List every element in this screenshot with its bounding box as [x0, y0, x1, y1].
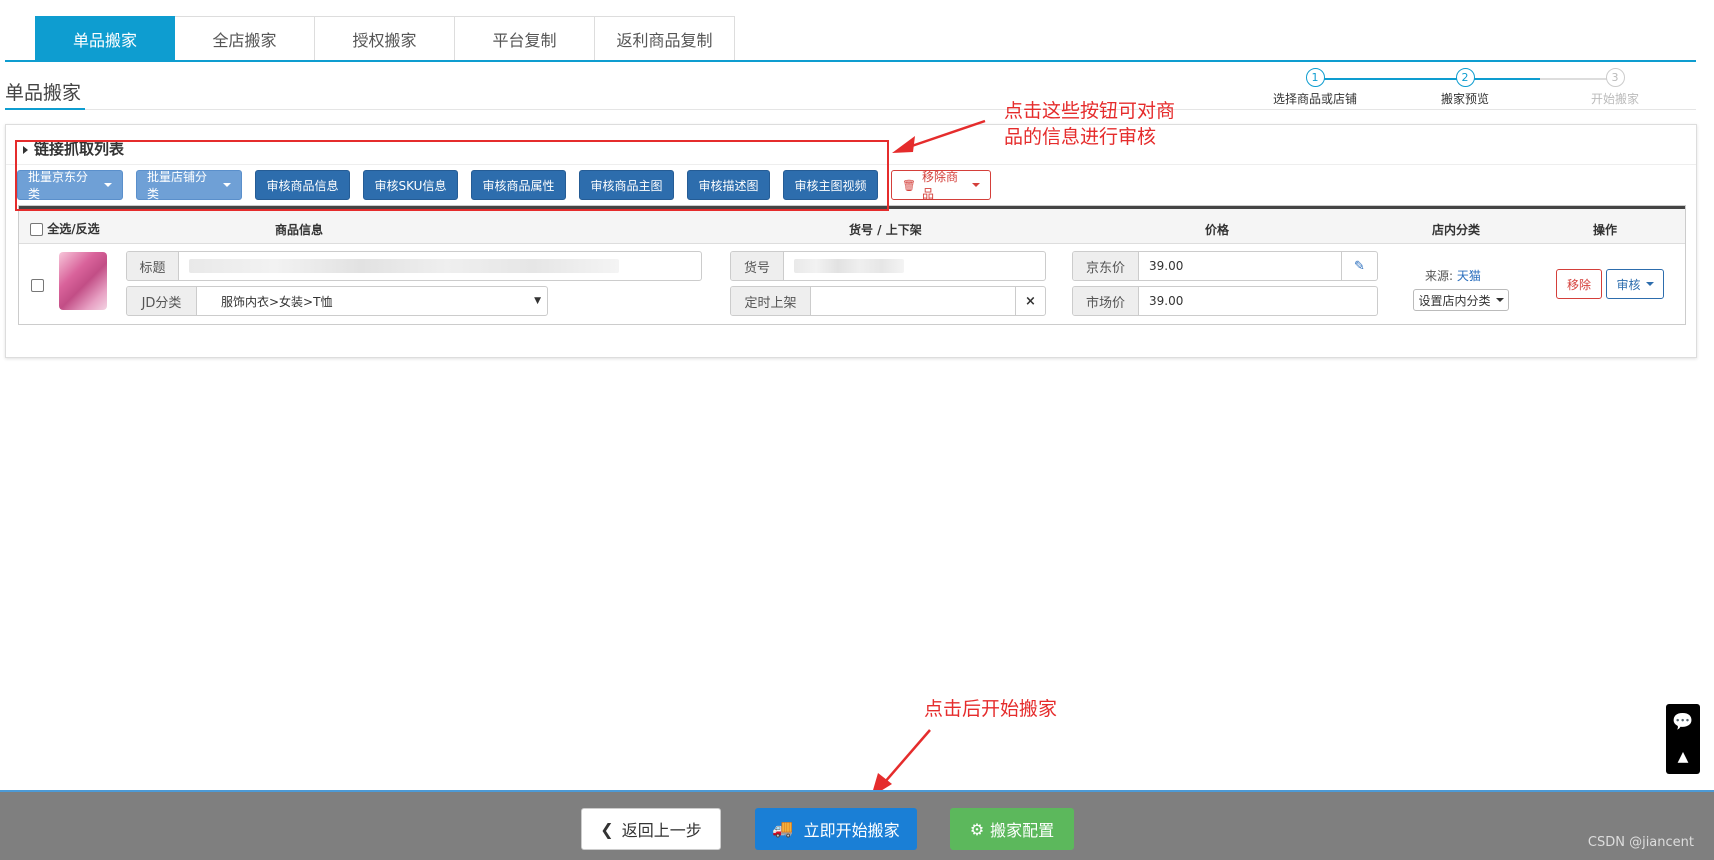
migration-config-button[interactable]: ⚙ 搬家配置 — [950, 808, 1074, 850]
button-label: 立即开始搬家 — [803, 821, 900, 840]
chat-icon[interactable]: 💬 — [1666, 704, 1700, 739]
annotation-line: 点击这些按钮可对商 — [1004, 100, 1176, 122]
button-label: 搬家配置 — [990, 821, 1055, 840]
floating-sidebar: 💬 ▲ — [1666, 704, 1700, 774]
button-label: 返回上一步 — [621, 821, 702, 840]
chevron-left-icon: ❮ — [600, 819, 614, 839]
gears-icon: ⚙ — [969, 819, 985, 839]
back-to-top-icon[interactable]: ▲ — [1666, 739, 1700, 774]
annotation-line: 品的信息进行审核 — [1004, 126, 1157, 148]
watermark: CSDN @jiancent — [1587, 835, 1694, 850]
annotation-arrows — [871, 119, 986, 797]
bottom-action-bar: ❮ 返回上一步 🚚 立即开始搬家 ⚙ 搬家配置 — [0, 790, 1714, 860]
back-button[interactable]: ❮ 返回上一步 — [581, 808, 721, 850]
annotation-review-note: 点击这些按钮可对商 品的信息进行审核 — [1004, 98, 1175, 150]
start-migration-button[interactable]: 🚚 立即开始搬家 — [755, 808, 917, 850]
annotation-start-note: 点击后开始搬家 — [924, 698, 1058, 720]
truck-icon: 🚚 — [772, 819, 794, 839]
